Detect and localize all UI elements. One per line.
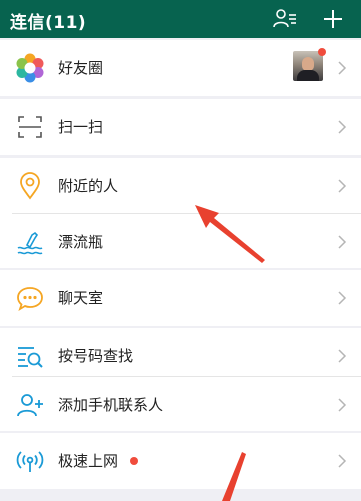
- contacts-icon: [273, 9, 296, 28]
- wifi-signal-icon: [16, 451, 44, 472]
- new-post-badge: [318, 48, 326, 56]
- menu-item-label: 附近的人: [58, 177, 119, 195]
- chevron-right-icon: [338, 235, 347, 249]
- notification-dot: [130, 457, 138, 465]
- menu-item-add-phone-contacts[interactable]: 添加手机联系人: [0, 377, 361, 431]
- chevron-right-icon: [338, 61, 347, 75]
- plus-icon: [324, 10, 342, 28]
- menu-item-label: 极速上网: [58, 452, 119, 470]
- chevron-right-icon: [338, 291, 347, 305]
- chevron-right-icon: [338, 454, 347, 468]
- menu-item-label: 添加手机联系人: [58, 396, 164, 414]
- scan-icon: [18, 116, 42, 138]
- avatar-body: [297, 70, 319, 81]
- menu-item-label: 聊天室: [58, 289, 104, 307]
- menu-item-drift-bottle[interactable]: 漂流瓶: [0, 214, 361, 268]
- chevron-right-icon: [338, 349, 347, 363]
- menu-item-label: 漂流瓶: [58, 233, 104, 251]
- menu-item-chat-room[interactable]: 聊天室: [0, 270, 361, 326]
- menu-item-label: 扫一扫: [58, 118, 104, 136]
- chevron-right-icon: [338, 179, 347, 193]
- search-list-icon: [18, 347, 43, 368]
- menu-item-speed-net[interactable]: 极速上网: [0, 433, 361, 489]
- chevron-right-icon: [338, 120, 347, 134]
- avatar-face: [302, 57, 314, 71]
- annotation-arrow: [222, 452, 246, 501]
- top-bar: 连信(11): [0, 0, 361, 38]
- add-button[interactable]: [320, 6, 346, 32]
- menu-item-moments[interactable]: 好友圈: [0, 40, 361, 96]
- app-title: 连信(11): [10, 13, 87, 33]
- friend-avatar: [293, 51, 323, 81]
- chevron-right-icon: [338, 398, 347, 412]
- menu-item-label: 好友圈: [58, 59, 104, 77]
- chat-bubble-icon: [17, 287, 43, 312]
- moments-icon: [16, 53, 44, 83]
- drift-bottle-icon: [17, 231, 43, 255]
- menu-item-nearby-people[interactable]: 附近的人: [0, 158, 361, 214]
- add-contact-icon: [17, 394, 43, 417]
- contacts-button[interactable]: [272, 6, 298, 32]
- location-pin-icon: [20, 172, 40, 200]
- menu-item-scan[interactable]: 扫一扫: [0, 99, 361, 155]
- menu-item-label: 按号码查找: [58, 347, 134, 365]
- annotation-arrow: [195, 205, 265, 263]
